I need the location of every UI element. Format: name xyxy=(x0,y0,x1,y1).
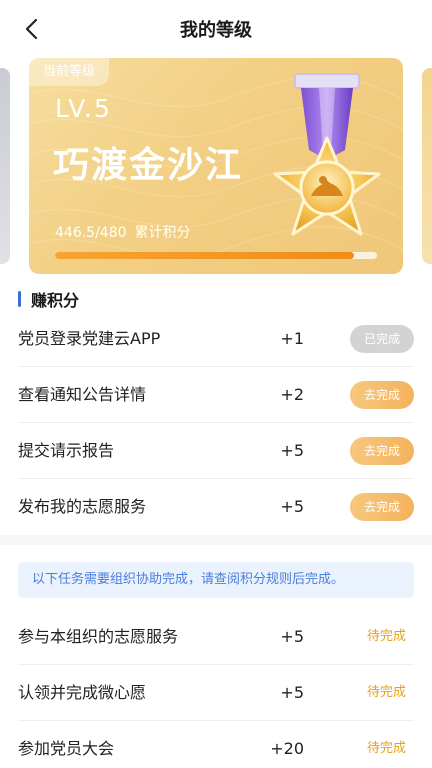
task-points: +1 xyxy=(280,329,304,348)
next-level-card[interactable] xyxy=(422,68,432,264)
task-pending-status: 待完成 xyxy=(366,629,406,644)
task-name: 认领并完成微心愿 xyxy=(18,683,147,702)
task-go-complete-button[interactable]: 去完成 xyxy=(350,493,414,521)
task-name: 参加党员大会 xyxy=(18,739,115,758)
task-name: 提交请示报告 xyxy=(18,441,115,460)
points-label: 累计积分 xyxy=(134,225,191,241)
task-completed-button[interactable]: 已完成 xyxy=(350,325,414,353)
task-name: 党员登录党建云APP xyxy=(18,329,161,348)
level-name: 巧渡金沙江 xyxy=(53,145,244,186)
task-points: +5 xyxy=(280,683,304,702)
level-number: LV.5 xyxy=(55,94,112,123)
task-points: +5 xyxy=(280,497,304,516)
section-divider xyxy=(0,535,432,545)
task-pending-status: 待完成 xyxy=(366,741,406,756)
task-row: 参与本组织的志愿服务 +5 待完成 xyxy=(18,609,414,665)
task-row: 参加党员大会 +20 待完成 xyxy=(18,721,414,768)
page-title: 我的等级 xyxy=(180,20,252,41)
org-assist-notice: 以下任务需要组织协助完成，请查阅积分规则后完成。 xyxy=(18,562,414,598)
points-value: 446.5/480 xyxy=(55,225,127,241)
task-name: 发布我的志愿服务 xyxy=(18,497,147,516)
current-level-tag: 当前等级 xyxy=(29,58,110,86)
task-points: +2 xyxy=(280,385,304,404)
current-level-card: 当前等级 LV.5 巧渡金沙江 446.5/480 累计积分 xyxy=(29,58,403,274)
earn-points-heading: 赚积分 xyxy=(18,288,79,310)
task-go-complete-button[interactable]: 去完成 xyxy=(350,437,414,465)
task-points: +20 xyxy=(270,739,304,758)
medal-icon xyxy=(273,73,381,236)
header-bar: 我的等级 xyxy=(0,0,432,58)
task-name: 参与本组织的志愿服务 xyxy=(18,627,179,646)
accumulated-points: 446.5/480 累计积分 xyxy=(55,222,199,242)
task-row: 认领并完成微心愿 +5 待完成 xyxy=(18,665,414,721)
task-points: +5 xyxy=(280,441,304,460)
task-go-complete-button[interactable]: 去完成 xyxy=(350,381,414,409)
task-row: 发布我的志愿服务 +5 去完成 xyxy=(18,479,414,535)
heading-accent-bar xyxy=(18,291,21,307)
earn-points-title: 赚积分 xyxy=(31,291,80,310)
task-points: +5 xyxy=(280,627,304,646)
task-name: 查看通知公告详情 xyxy=(18,385,147,404)
task-row: 提交请示报告 +5 去完成 xyxy=(18,423,414,479)
previous-level-card[interactable] xyxy=(0,68,10,264)
task-row: 党员登录党建云APP +1 已完成 xyxy=(18,311,414,367)
task-pending-status: 待完成 xyxy=(366,685,406,700)
task-row: 查看通知公告详情 +2 去完成 xyxy=(18,367,414,423)
